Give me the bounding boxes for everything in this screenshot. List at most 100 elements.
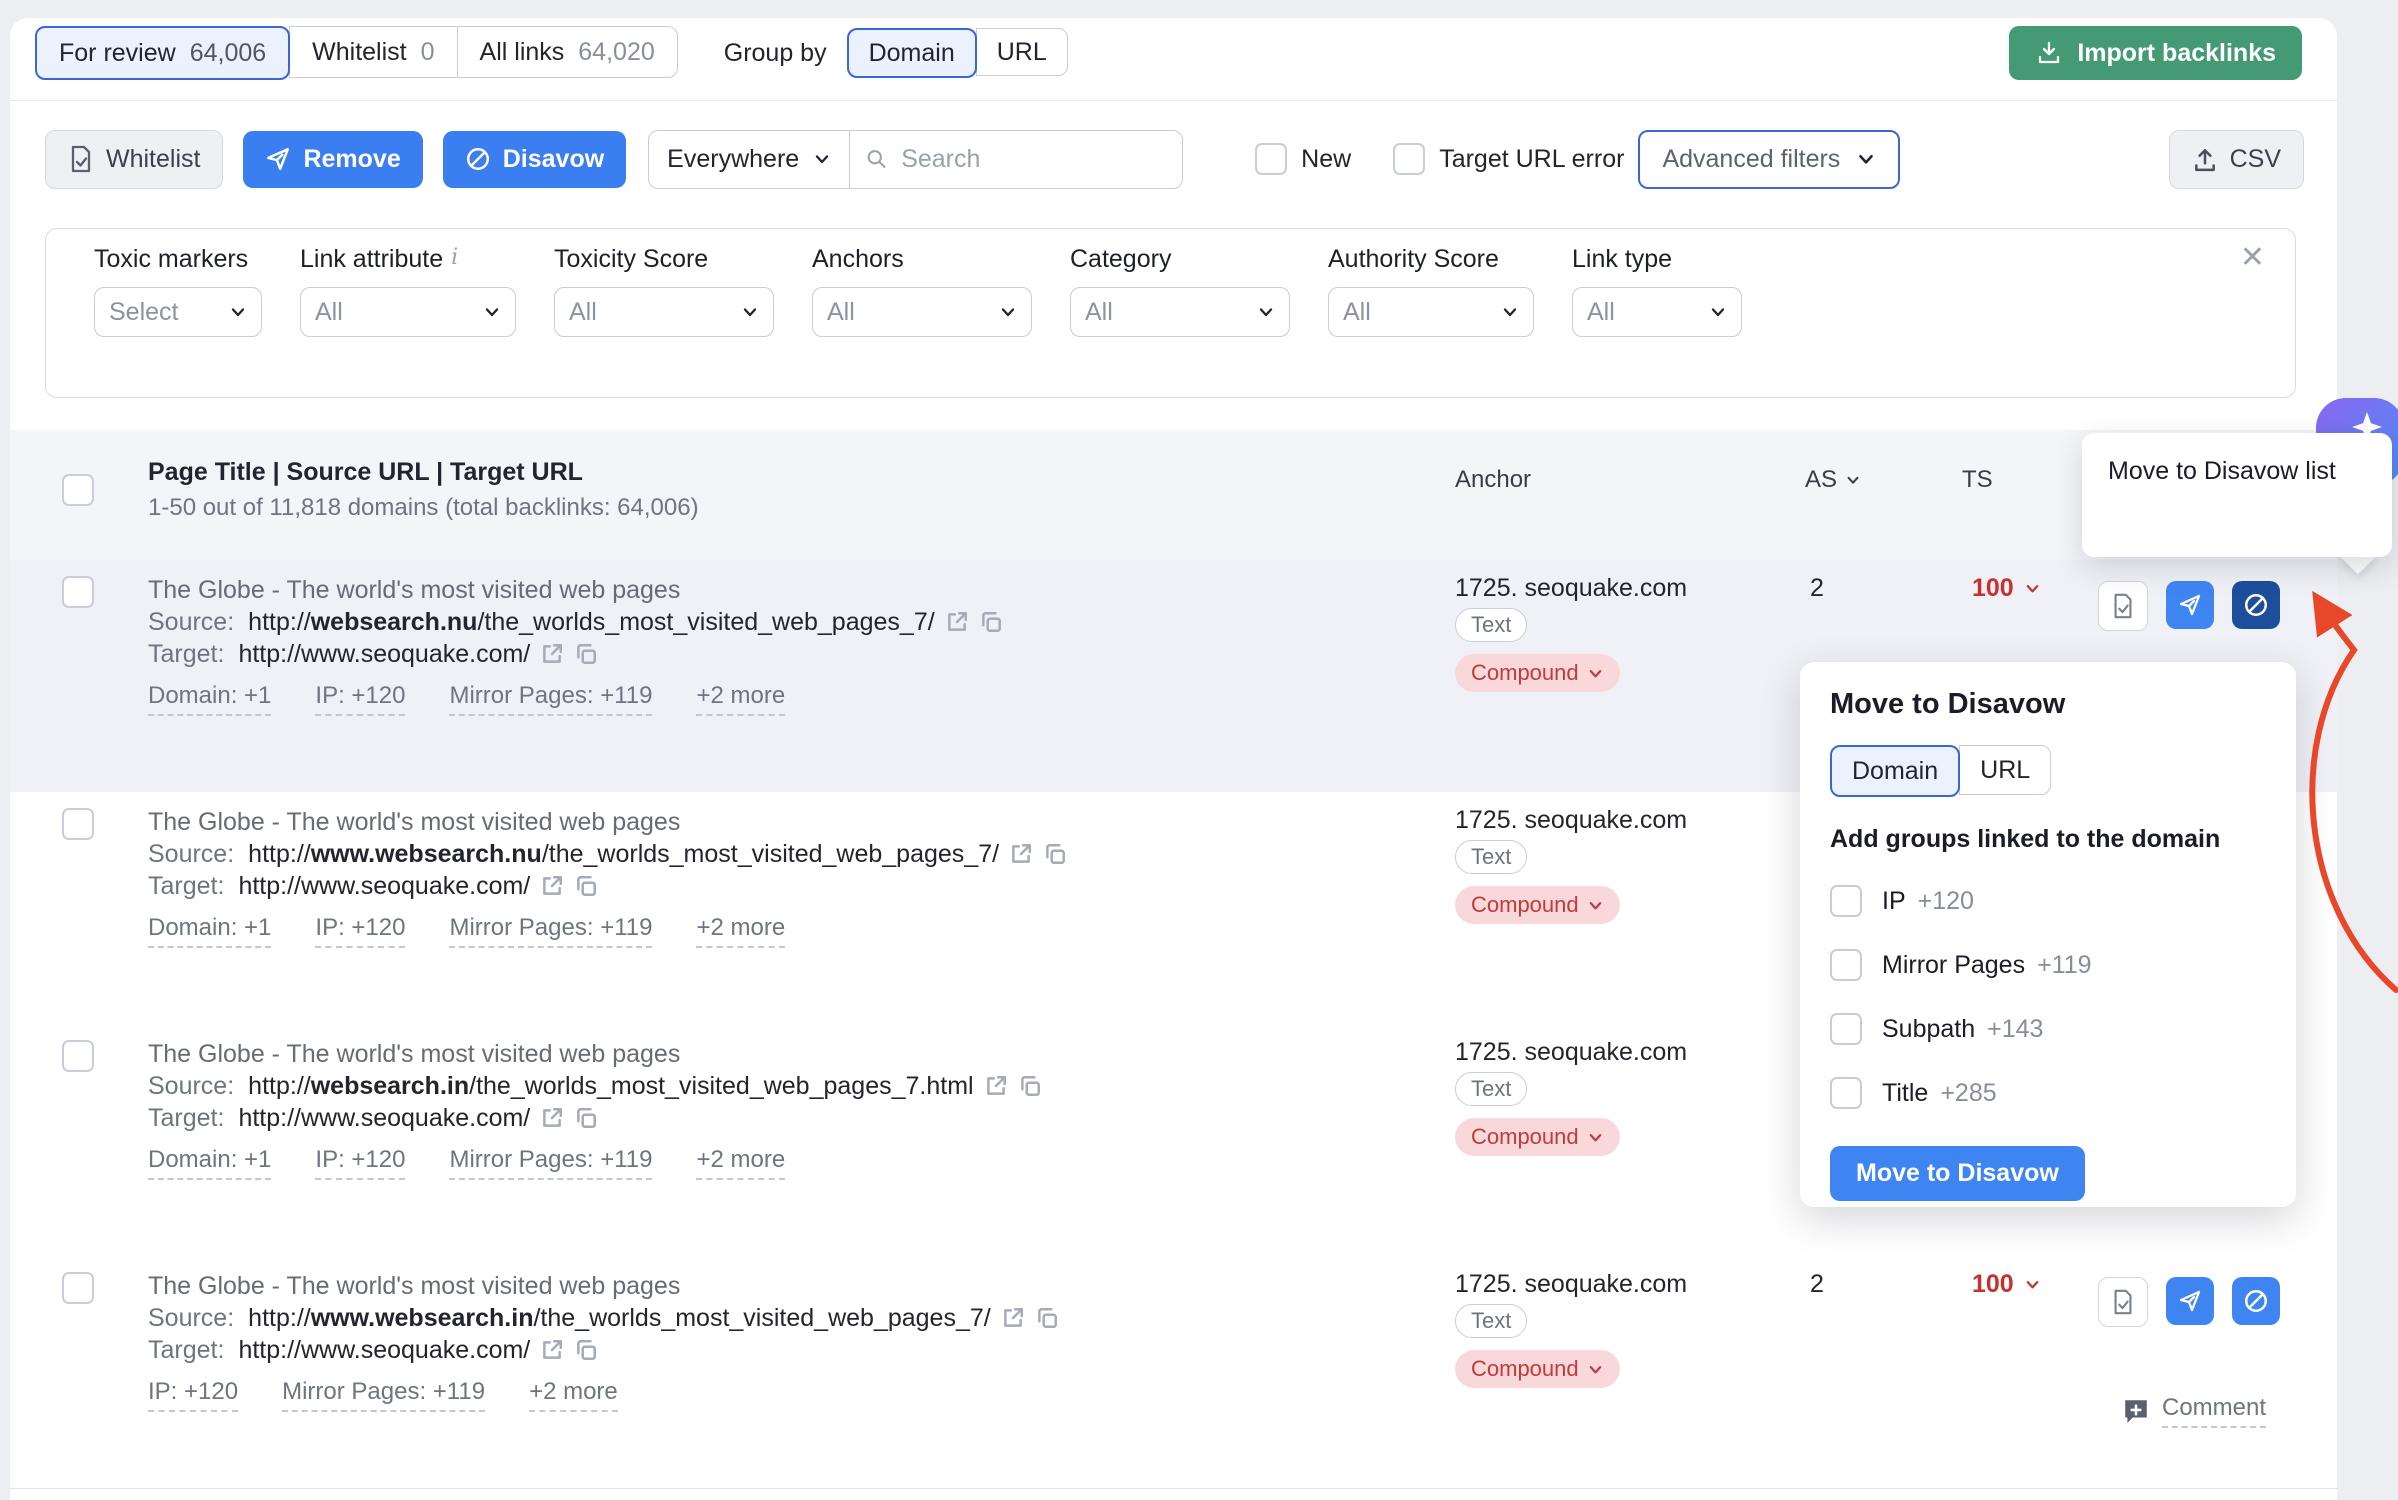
- toxicity-score-value[interactable]: 100: [1972, 574, 2041, 603]
- toxicity-score-value[interactable]: 100: [1972, 1270, 2041, 1299]
- remove-button[interactable]: Remove: [243, 131, 422, 188]
- chevron-down-icon: [2024, 580, 2041, 597]
- group-link-ip[interactable]: IP: +120: [315, 1146, 405, 1180]
- group-link-ip[interactable]: IP: +120: [315, 682, 405, 716]
- group-by-url[interactable]: URL: [976, 28, 1068, 76]
- group-link-mirror-pages[interactable]: Mirror Pages: +119: [449, 914, 652, 948]
- popup-tab-domain[interactable]: Domain: [1830, 745, 1960, 797]
- copy-icon[interactable]: [1035, 1306, 1059, 1330]
- whitelist-button[interactable]: Whitelist: [45, 130, 223, 189]
- toxic-markers-select[interactable]: Select: [94, 287, 262, 337]
- anchor-category-badge[interactable]: Compound: [1455, 886, 1620, 924]
- source-url[interactable]: http://www.websearch.nu/the_worlds_most_…: [248, 838, 999, 870]
- copy-icon[interactable]: [574, 1338, 598, 1362]
- anchor-category-badge[interactable]: Compound: [1455, 1350, 1620, 1388]
- target-url-error-checkbox[interactable]: [1393, 143, 1425, 175]
- title-checkbox[interactable]: [1830, 1077, 1862, 1109]
- group-link-more[interactable]: +2 more: [696, 1146, 785, 1180]
- anchor-category-badge[interactable]: Compound: [1455, 1118, 1620, 1156]
- copy-icon[interactable]: [1043, 842, 1067, 866]
- external-link-icon[interactable]: [984, 1074, 1008, 1098]
- target-url[interactable]: http://www.seoquake.com/: [238, 638, 530, 670]
- remove-row-button[interactable]: [2166, 1277, 2214, 1325]
- group-link-domain[interactable]: Domain: +1: [148, 1146, 271, 1180]
- source-label: Source:: [148, 1302, 234, 1334]
- tab-for-review[interactable]: For review 64,006: [35, 26, 290, 80]
- ts-column-header[interactable]: TS: [1962, 466, 1993, 494]
- new-checkbox[interactable]: [1255, 143, 1287, 175]
- filter-category: Category All: [1070, 245, 1290, 337]
- row-checkbox[interactable]: [62, 808, 94, 840]
- mirror-pages-checkbox[interactable]: [1830, 949, 1862, 981]
- group-link-domain[interactable]: Domain: +1: [148, 682, 271, 716]
- group-link-mirror-pages[interactable]: Mirror Pages: +119: [449, 1146, 652, 1180]
- link-type-select[interactable]: All: [1572, 287, 1742, 337]
- row-checkbox[interactable]: [62, 576, 94, 608]
- source-url[interactable]: http://websearch.nu/the_worlds_most_visi…: [248, 606, 935, 638]
- copy-icon[interactable]: [1018, 1074, 1042, 1098]
- anchors-select[interactable]: All: [812, 287, 1032, 337]
- external-link-icon[interactable]: [1009, 842, 1033, 866]
- external-link-icon[interactable]: [1001, 1306, 1025, 1330]
- target-url[interactable]: http://www.seoquake.com/: [238, 1334, 530, 1366]
- row-checkbox[interactable]: [62, 1040, 94, 1072]
- authority-score-select[interactable]: All: [1328, 287, 1534, 337]
- circle-slash-icon: [2243, 1288, 2269, 1314]
- whitelist-row-button[interactable]: [2098, 581, 2148, 631]
- move-to-disavow-submit-button[interactable]: Move to Disavow: [1830, 1146, 2085, 1201]
- page-title: The Globe - The world's most visited web…: [148, 806, 1408, 838]
- target-url[interactable]: http://www.seoquake.com/: [238, 1102, 530, 1134]
- external-link-icon[interactable]: [540, 874, 564, 898]
- group-link-domain[interactable]: Domain: +1: [148, 914, 271, 948]
- advanced-filters-button[interactable]: Advanced filters: [1638, 130, 1900, 189]
- external-link-icon[interactable]: [540, 642, 564, 666]
- group-link-more[interactable]: +2 more: [696, 682, 785, 716]
- ip-checkbox[interactable]: [1830, 885, 1862, 917]
- copy-icon[interactable]: [574, 1106, 598, 1130]
- external-link-icon[interactable]: [540, 1338, 564, 1362]
- tab-all-links[interactable]: All links 64,020: [457, 26, 678, 78]
- scope-select[interactable]: Everywhere: [649, 131, 850, 188]
- chevron-down-icon: [1501, 303, 1519, 321]
- filter-anchors: Anchors All: [812, 245, 1032, 337]
- info-icon[interactable]: i: [451, 247, 458, 269]
- disavow-button[interactable]: Disavow: [443, 131, 626, 188]
- category-select[interactable]: All: [1070, 287, 1290, 337]
- group-link-mirror-pages[interactable]: Mirror Pages: +119: [282, 1378, 485, 1412]
- scope-search-combo: Everywhere: [648, 130, 1183, 189]
- anchor-column-header: Anchor: [1455, 466, 1531, 494]
- copy-icon[interactable]: [574, 874, 598, 898]
- group-link-ip[interactable]: IP: +120: [315, 914, 405, 948]
- remove-row-button[interactable]: [2166, 581, 2214, 629]
- group-link-more[interactable]: +2 more: [696, 914, 785, 948]
- as-column-header[interactable]: AS: [1805, 466, 1861, 494]
- external-link-icon[interactable]: [945, 610, 969, 634]
- whitelist-row-button[interactable]: [2098, 1277, 2148, 1327]
- popup-tab-url[interactable]: URL: [1959, 745, 2051, 795]
- link-attribute-select[interactable]: All: [300, 287, 516, 337]
- group-by-domain[interactable]: Domain: [847, 28, 977, 78]
- disavow-row-button-active[interactable]: [2232, 581, 2280, 629]
- source-url[interactable]: http://websearch.in/the_worlds_most_visi…: [248, 1070, 973, 1102]
- search-input[interactable]: [899, 144, 1166, 175]
- close-icon[interactable]: ✕: [2240, 243, 2265, 273]
- source-url[interactable]: http://www.websearch.in/the_worlds_most_…: [248, 1302, 991, 1334]
- csv-export-button[interactable]: CSV: [2169, 130, 2304, 189]
- toxicity-score-select[interactable]: All: [554, 287, 774, 337]
- anchor-category-badge[interactable]: Compound: [1455, 654, 1620, 692]
- target-url[interactable]: http://www.seoquake.com/: [238, 870, 530, 902]
- copy-icon[interactable]: [574, 642, 598, 666]
- subpath-checkbox[interactable]: [1830, 1013, 1862, 1045]
- select-all-checkbox[interactable]: [62, 474, 94, 506]
- group-link-ip[interactable]: IP: +120: [148, 1378, 238, 1412]
- group-link-more[interactable]: +2 more: [529, 1378, 618, 1412]
- group-link-mirror-pages[interactable]: Mirror Pages: +119: [449, 682, 652, 716]
- import-backlinks-button[interactable]: Import backlinks: [2009, 26, 2302, 80]
- copy-icon[interactable]: [979, 610, 1003, 634]
- disavow-row-button[interactable]: [2232, 1277, 2280, 1325]
- external-link-icon[interactable]: [540, 1106, 564, 1130]
- row-checkbox[interactable]: [62, 1272, 94, 1304]
- tab-whitelist[interactable]: Whitelist 0: [289, 26, 457, 78]
- authority-score-value: 2: [1810, 1270, 1824, 1299]
- comment-link[interactable]: Comment: [2122, 1394, 2266, 1428]
